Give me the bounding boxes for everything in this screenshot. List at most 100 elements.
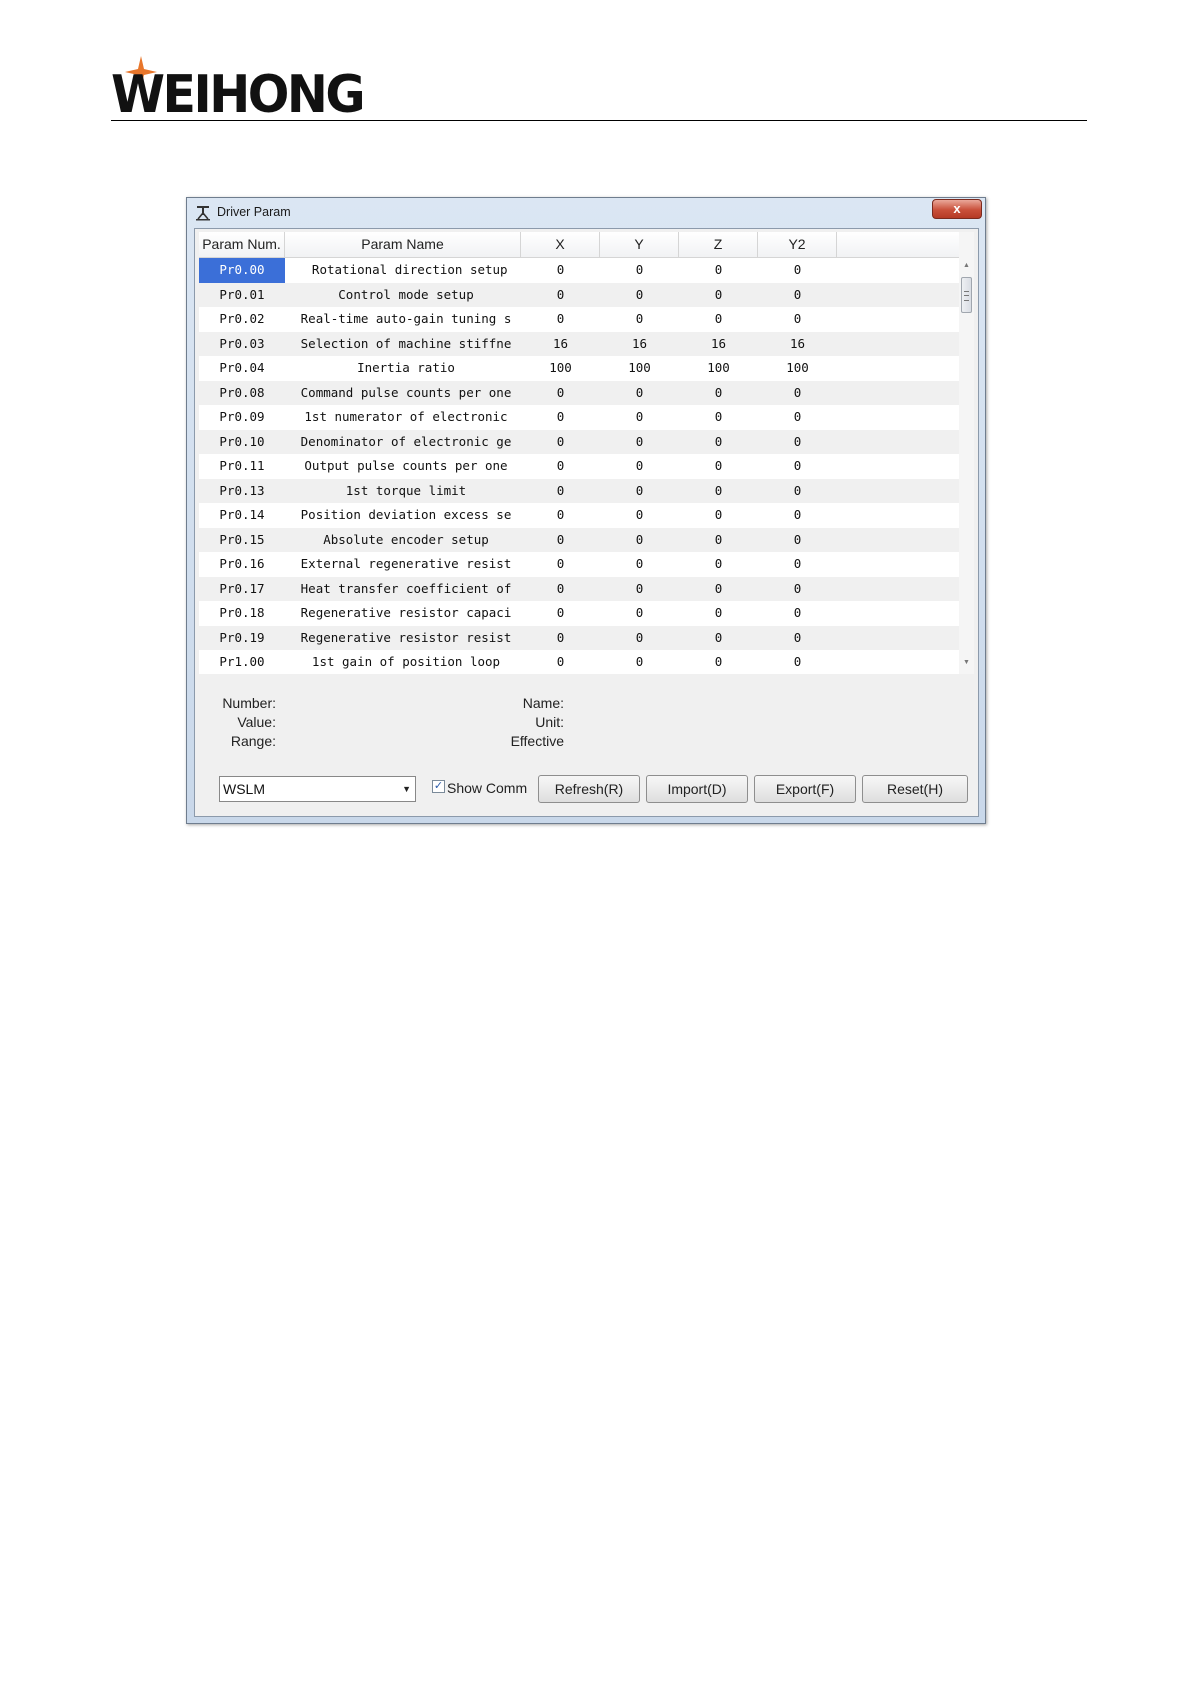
x-value-cell[interactable]: 100 <box>521 356 600 381</box>
y-value-cell[interactable]: 0 <box>600 577 679 602</box>
y2-value-cell[interactable]: 0 <box>758 405 837 430</box>
param-name-cell[interactable]: 1st torque limit <box>285 479 521 504</box>
y2-value-cell[interactable]: 0 <box>758 430 837 455</box>
x-value-cell[interactable]: 0 <box>521 552 600 577</box>
param-name-cell[interactable]: Position deviation excess se <box>285 503 521 528</box>
param-name-cell[interactable]: Regenerative resistor resist <box>285 626 521 651</box>
x-value-cell[interactable]: 0 <box>521 503 600 528</box>
param-name-cell[interactable]: 1st gain of position loop <box>285 650 521 675</box>
driver-type-select[interactable]: WSLM ▼ <box>219 776 416 802</box>
x-value-cell[interactable]: 0 <box>521 626 600 651</box>
param-name-cell[interactable]: Regenerative resistor capaci <box>285 601 521 626</box>
y-value-cell[interactable]: 0 <box>600 552 679 577</box>
y2-value-cell[interactable]: 0 <box>758 454 837 479</box>
x-value-cell[interactable]: 16 <box>521 332 600 357</box>
scroll-up-icon[interactable]: ▲ <box>959 260 974 272</box>
y-value-cell[interactable]: 16 <box>600 332 679 357</box>
z-value-cell[interactable]: 0 <box>679 577 758 602</box>
y-value-cell[interactable]: 100 <box>600 356 679 381</box>
table-row[interactable]: Pr0.17 Heat transfer coefficient of 0 0 0 0 <box>199 576 959 602</box>
table-row[interactable]: Pr0.01 Control mode setup 0 0 0 0 <box>199 282 959 308</box>
z-value-cell[interactable]: 0 <box>679 307 758 332</box>
param-num-cell[interactable]: Pr0.11 <box>199 454 285 479</box>
param-name-cell[interactable]: Inertia ratio <box>285 356 521 381</box>
param-num-cell[interactable]: Pr0.15 <box>199 528 285 553</box>
param-num-cell[interactable]: Pr0.03 <box>199 332 285 357</box>
z-value-cell[interactable]: 100 <box>679 356 758 381</box>
z-value-cell[interactable]: 0 <box>679 552 758 577</box>
z-value-cell[interactable]: 0 <box>679 626 758 651</box>
scroll-down-icon[interactable]: ▼ <box>959 657 974 669</box>
y-value-cell[interactable]: 0 <box>600 479 679 504</box>
table-row[interactable]: Pr0.18 Regenerative resistor capaci 0 0 0 0 <box>199 601 959 626</box>
table-row[interactable]: Pr0.02 Real-time auto-gain tuning s0000 <box>199 307 959 332</box>
y-value-cell[interactable]: 0 <box>600 381 679 406</box>
z-value-cell[interactable]: 0 <box>679 381 758 406</box>
x-value-cell[interactable]: 0 <box>521 258 600 283</box>
y-value-cell[interactable]: 0 <box>600 307 679 332</box>
param-name-cell[interactable]: Denominator of electronic ge <box>285 430 521 455</box>
y2-value-cell[interactable]: 0 <box>758 283 837 308</box>
z-value-cell[interactable]: 0 <box>679 601 758 626</box>
x-value-cell[interactable]: 0 <box>521 479 600 504</box>
table-row[interactable]: Pr0.15 Absolute encoder setup 0 0 0 0 <box>199 527 959 553</box>
z-value-cell[interactable]: 0 <box>679 650 758 675</box>
param-name-cell[interactable]: Heat transfer coefficient of <box>285 577 521 602</box>
param-num-cell[interactable]: Pr0.18 <box>199 601 285 626</box>
param-num-cell[interactable]: Pr0.02 <box>199 307 285 332</box>
reset-button[interactable]: Reset(H) <box>862 775 968 803</box>
column-header-z[interactable]: Z <box>679 232 758 257</box>
table-row[interactable]: Pr0.16 External regenerative resist 0 0 0 0 <box>199 552 959 577</box>
y-value-cell[interactable]: 0 <box>600 650 679 675</box>
y2-value-cell[interactable]: 100 <box>758 356 837 381</box>
y2-value-cell[interactable]: 0 <box>758 650 837 675</box>
y-value-cell[interactable]: 0 <box>600 528 679 553</box>
param-num-cell[interactable]: Pr0.04 <box>199 356 285 381</box>
table-row[interactable]: Pr0.08 Command pulse counts per one 0 0 0 0 <box>199 380 959 406</box>
y-value-cell[interactable]: 0 <box>600 430 679 455</box>
param-name-cell[interactable]: Selection of machine stiffne <box>285 332 521 357</box>
param-num-cell[interactable]: Pr0.17 <box>199 577 285 602</box>
close-button[interactable]: x <box>932 199 982 219</box>
x-value-cell[interactable]: 0 <box>521 283 600 308</box>
x-value-cell[interactable]: 0 <box>521 381 600 406</box>
export-button[interactable]: Export(F) <box>754 775 856 803</box>
param-name-cell[interactable]: Absolute encoder setup <box>285 528 521 553</box>
y-value-cell[interactable]: 0 <box>600 601 679 626</box>
vertical-scrollbar[interactable]: ▲ ▼ <box>959 232 974 674</box>
y2-value-cell[interactable]: 0 <box>758 381 837 406</box>
param-name-cell[interactable]: 1st numerator of electronic <box>285 405 521 430</box>
table-row[interactable]: Pr0.19 Regenerative resistor resist 0 0 0 0 <box>199 625 959 651</box>
y-value-cell[interactable]: 0 <box>600 283 679 308</box>
table-row[interactable]: Pr0.03 Selection of machine stiffne 16 16 16… <box>199 331 959 357</box>
param-num-cell[interactable]: Pr0.14 <box>199 503 285 528</box>
x-value-cell[interactable]: 0 <box>521 601 600 626</box>
column-header-x[interactable]: X <box>521 232 600 257</box>
table-row[interactable]: Pr0.10 Denominator of electronic ge 0 0 0 0 <box>199 429 959 455</box>
param-num-cell[interactable]: Pr0.19 <box>199 626 285 651</box>
z-value-cell[interactable]: 0 <box>679 454 758 479</box>
z-value-cell[interactable]: 0 <box>679 528 758 553</box>
param-name-cell[interactable]: Control mode setup <box>285 283 521 308</box>
param-num-cell[interactable]: Pr0.01 <box>199 283 285 308</box>
y-value-cell[interactable]: 0 <box>600 454 679 479</box>
param-num-cell[interactable]: Pr1.00 <box>199 650 285 675</box>
param-name-cell[interactable]: Rotational direction setup <box>285 258 521 283</box>
param-num-cell[interactable]: Pr0.16 <box>199 552 285 577</box>
param-num-cell[interactable]: Pr0.09 <box>199 405 285 430</box>
param-num-cell[interactable]: Pr0.08 <box>199 381 285 406</box>
y2-value-cell[interactable]: 16 <box>758 332 837 357</box>
z-value-cell[interactable]: 0 <box>679 503 758 528</box>
x-value-cell[interactable]: 0 <box>521 528 600 553</box>
y2-value-cell[interactable]: 0 <box>758 307 837 332</box>
show-comment-toggle[interactable]: ✓ Show Comm <box>432 779 536 799</box>
y-value-cell[interactable]: 0 <box>600 626 679 651</box>
column-header-y2[interactable]: Y2 <box>758 232 837 257</box>
z-value-cell[interactable]: 0 <box>679 430 758 455</box>
y-value-cell[interactable]: 0 <box>600 405 679 430</box>
title-bar[interactable]: Driver Param x <box>187 198 985 226</box>
param-name-cell[interactable]: Real-time auto-gain tuning s <box>285 307 521 332</box>
param-name-cell[interactable]: Output pulse counts per one <box>285 454 521 479</box>
table-row[interactable]: Pr0.11 Output pulse counts per one 0 0 0 0 <box>199 454 959 479</box>
y2-value-cell[interactable]: 0 <box>758 552 837 577</box>
